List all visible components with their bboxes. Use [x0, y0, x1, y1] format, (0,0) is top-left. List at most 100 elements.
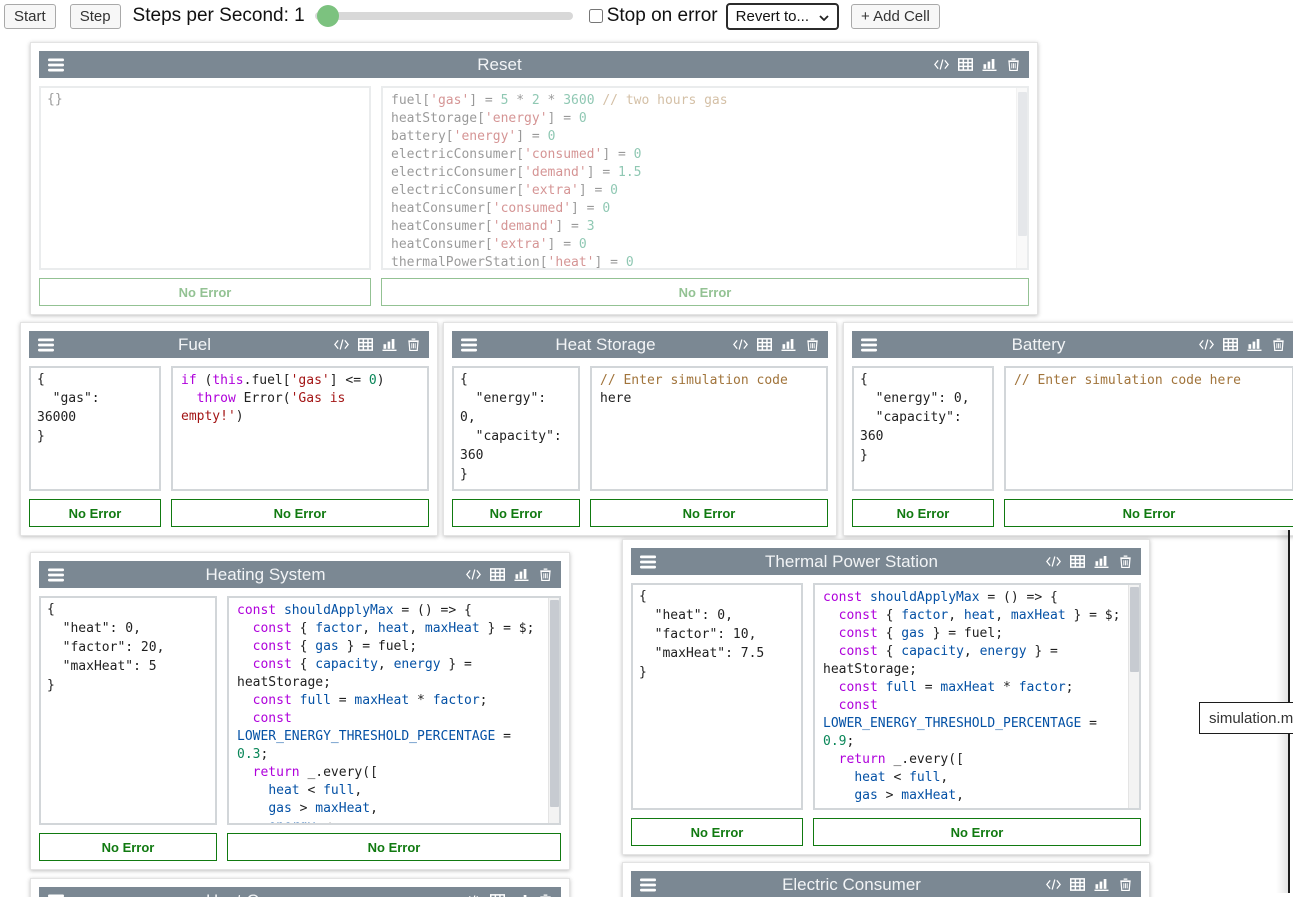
- menu-icon[interactable]: [639, 878, 657, 892]
- cell-reset-header[interactable]: Reset: [39, 51, 1029, 78]
- cell-heat-consumer: Heat Consumer: [30, 878, 570, 897]
- trash-icon[interactable]: [1006, 58, 1021, 71]
- chart-icon[interactable]: [781, 338, 796, 351]
- code-error-status: No Error: [590, 499, 828, 527]
- cell-battery-header[interactable]: Battery: [852, 331, 1293, 358]
- steps-per-second-value: 1: [294, 5, 305, 26]
- state-editor[interactable]: { "heat": 0, "factor": 20, "maxHeat": 5 …: [39, 596, 217, 825]
- table-icon[interactable]: [358, 338, 373, 351]
- table-icon[interactable]: [1070, 878, 1085, 891]
- state-error-status: No Error: [852, 499, 994, 527]
- code-error-status: No Error: [171, 499, 429, 527]
- revert-select[interactable]: Revert to...: [726, 3, 839, 30]
- code-editor[interactable]: const shouldApplyMax = () => { const { f…: [227, 596, 561, 825]
- cell-heat-storage: Heat Storage { "energy": 0, "capacity": …: [443, 322, 837, 536]
- cell-reset: Reset {} fuel['gas'] = 5 * 2 * 3600 // t…: [30, 42, 1038, 315]
- cell-electric-consumer-header[interactable]: Electric Consumer: [631, 871, 1141, 897]
- scrollbar-thumb[interactable]: [550, 600, 559, 807]
- stop-on-error-control: Stop on error: [589, 5, 718, 27]
- toolbar: Start Step Steps per Second: 1 Stop on e…: [0, 0, 1293, 32]
- slider-thumb[interactable]: [317, 5, 339, 27]
- cell-title: Heat Storage: [478, 335, 733, 355]
- scrollbar[interactable]: [548, 598, 559, 823]
- menu-icon[interactable]: [639, 555, 657, 569]
- chart-icon[interactable]: [982, 58, 997, 71]
- trash-icon[interactable]: [805, 338, 820, 351]
- stop-on-error-label: Stop on error: [607, 5, 718, 27]
- slider-track[interactable]: [315, 12, 573, 20]
- code-error-status: No Error: [1004, 499, 1293, 527]
- trash-icon[interactable]: [406, 338, 421, 351]
- table-icon[interactable]: [958, 58, 973, 71]
- drag-file-name: simulation.m: [1209, 710, 1293, 727]
- cell-fuel: Fuel { "gas": 36000 } if (this.fuel['gas…: [20, 322, 438, 536]
- scrollbar[interactable]: [1128, 585, 1139, 808]
- state-editor[interactable]: { "heat": 0, "factor": 10, "maxHeat": 7.…: [631, 583, 803, 810]
- scrollbar[interactable]: [1016, 88, 1027, 268]
- scrollbar-thumb[interactable]: [1130, 587, 1139, 672]
- trash-icon[interactable]: [1118, 878, 1133, 891]
- menu-icon[interactable]: [860, 338, 878, 352]
- menu-icon[interactable]: [47, 58, 65, 72]
- code-error-status: No Error: [227, 833, 561, 861]
- state-error-status: No Error: [631, 818, 803, 846]
- state-editor[interactable]: {}: [39, 86, 371, 270]
- code-editor[interactable]: // Enter simulation code here: [590, 366, 828, 491]
- chart-icon[interactable]: [514, 568, 529, 581]
- cell-heat-consumer-header[interactable]: Heat Consumer: [39, 887, 561, 897]
- state-editor[interactable]: { "energy": 0, "capacity": 360 }: [452, 366, 580, 491]
- code-editor[interactable]: // Enter simulation code here: [1004, 366, 1293, 491]
- trash-icon[interactable]: [1271, 338, 1286, 351]
- trash-icon[interactable]: [1118, 555, 1133, 568]
- chart-icon[interactable]: [1094, 878, 1109, 891]
- state-editor[interactable]: { "energy": 0, "capacity": 360 }: [852, 366, 994, 491]
- cell-heating-system-header[interactable]: Heating System: [39, 561, 561, 588]
- cell-title: Electric Consumer: [657, 875, 1046, 895]
- code-editor[interactable]: if (this.fuel['gas'] <= 0) throw Error('…: [171, 366, 429, 491]
- code-icon[interactable]: [1046, 555, 1061, 568]
- code-icon[interactable]: [466, 568, 481, 581]
- code-icon[interactable]: [934, 58, 949, 71]
- cell-title: Thermal Power Station: [657, 552, 1046, 572]
- table-icon[interactable]: [757, 338, 772, 351]
- chart-icon[interactable]: [382, 338, 397, 351]
- scrollbar-thumb[interactable]: [1018, 92, 1027, 236]
- cell-title: Fuel: [55, 335, 334, 355]
- stop-on-error-checkbox[interactable]: [589, 9, 603, 23]
- table-icon[interactable]: [1223, 338, 1238, 351]
- add-cell-button[interactable]: + Add Cell: [851, 4, 940, 29]
- code-icon[interactable]: [1046, 878, 1061, 891]
- cell-battery: Battery { "energy": 0, "capacity": 360 }…: [843, 322, 1293, 536]
- menu-icon[interactable]: [47, 894, 65, 897]
- code-icon[interactable]: [1199, 338, 1214, 351]
- state-error-status: No Error: [452, 499, 580, 527]
- start-button[interactable]: Start: [4, 4, 56, 29]
- cell-thermal-power-station: Thermal Power Station { "heat": 0, "fact…: [622, 539, 1150, 855]
- speed-slider[interactable]: [315, 5, 573, 27]
- table-icon[interactable]: [490, 568, 505, 581]
- step-button[interactable]: Step: [70, 4, 121, 29]
- code-editor[interactable]: fuel['gas'] = 5 * 2 * 3600 // two hours …: [381, 86, 1029, 270]
- cell-electric-consumer: Electric Consumer: [622, 862, 1150, 897]
- cell-thermal-power-station-header[interactable]: Thermal Power Station: [631, 548, 1141, 575]
- code-error-status: No Error: [381, 278, 1029, 306]
- state-editor[interactable]: { "gas": 36000 }: [29, 366, 161, 491]
- state-error-status: No Error: [39, 278, 371, 306]
- chart-icon[interactable]: [1094, 555, 1109, 568]
- code-editor[interactable]: const shouldApplyMax = () => { const { f…: [813, 583, 1141, 810]
- menu-icon[interactable]: [37, 338, 55, 352]
- chart-icon[interactable]: [1247, 338, 1262, 351]
- steps-per-second-label: Steps per Second: 1: [133, 5, 305, 27]
- menu-icon[interactable]: [47, 568, 65, 582]
- cell-heating-system: Heating System { "heat": 0, "factor": 20…: [30, 552, 570, 870]
- menu-icon[interactable]: [460, 338, 478, 352]
- cell-fuel-header[interactable]: Fuel: [29, 331, 429, 358]
- revert-select-value: Revert to...: [736, 8, 809, 25]
- code-icon[interactable]: [733, 338, 748, 351]
- cell-title: Battery: [878, 335, 1199, 355]
- trash-icon[interactable]: [538, 568, 553, 581]
- cell-heat-storage-header[interactable]: Heat Storage: [452, 331, 828, 358]
- code-icon[interactable]: [334, 338, 349, 351]
- table-icon[interactable]: [1070, 555, 1085, 568]
- drag-file-tooltip: simulation.m: [1199, 702, 1293, 734]
